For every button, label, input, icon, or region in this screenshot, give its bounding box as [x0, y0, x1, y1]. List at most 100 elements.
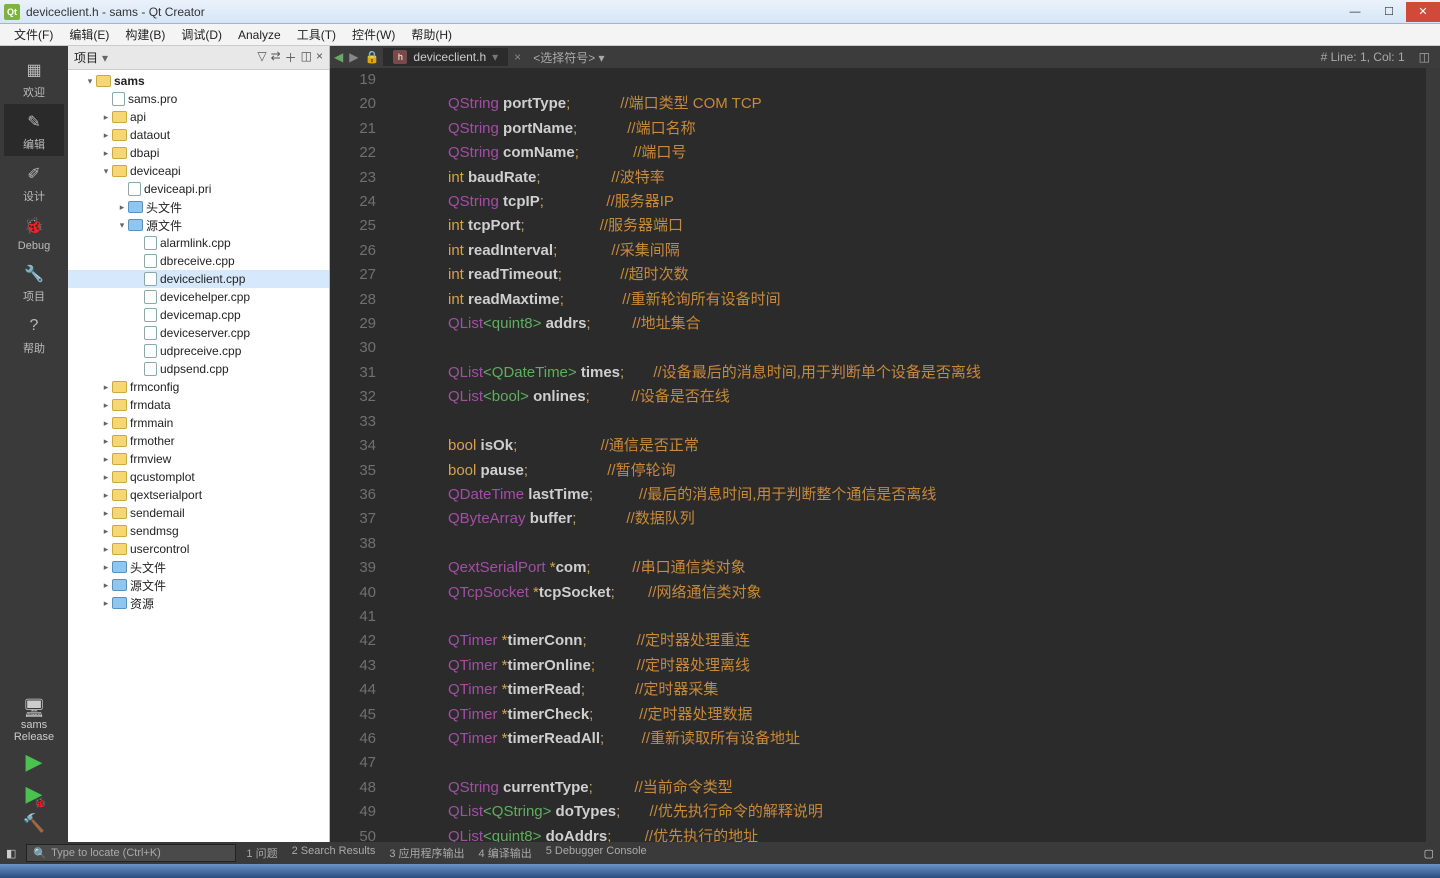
expander-icon[interactable]: ▸ — [100, 130, 112, 141]
nav-fwd-icon[interactable]: ▶ — [349, 50, 358, 64]
menu-1[interactable]: 编辑(E) — [61, 26, 117, 43]
menu-2[interactable]: 构建(B) — [117, 26, 173, 43]
expander-icon[interactable]: ▸ — [100, 382, 112, 393]
tab-close-icon[interactable]: × — [514, 50, 521, 64]
tree-node[interactable]: ▸frmdata — [68, 396, 329, 414]
split-icon[interactable]: ◫ — [301, 49, 312, 66]
menu-4[interactable]: Analyze — [230, 28, 289, 42]
expander-icon[interactable]: ▸ — [100, 562, 112, 573]
menu-3[interactable]: 调试(D) — [173, 26, 230, 43]
expander-icon[interactable]: ▸ — [116, 202, 128, 213]
link-icon[interactable]: ⇄ — [271, 49, 281, 66]
mode-帮助[interactable]: ?帮助 — [4, 308, 64, 360]
tree-node[interactable]: dbreceive.cpp — [68, 252, 329, 270]
expander-icon[interactable]: ▸ — [100, 544, 112, 555]
add-icon[interactable]: ＋ — [285, 49, 297, 66]
menu-6[interactable]: 控件(W) — [344, 26, 403, 43]
locator-input[interactable]: 🔍 Type to locate (Ctrl+K) — [26, 844, 236, 862]
tree-node[interactable]: ▸api — [68, 108, 329, 126]
output-pane-2[interactable]: 3 应用程序输出 — [389, 845, 464, 861]
mode-编辑[interactable]: ✎编辑 — [4, 104, 64, 156]
expander-icon[interactable]: ▸ — [100, 580, 112, 591]
expander-icon[interactable]: ▸ — [100, 490, 112, 501]
tree-node[interactable]: ▸资源 — [68, 594, 329, 612]
menu-5[interactable]: 工具(T) — [289, 26, 344, 43]
kit-selector[interactable]: 🖥 sams Release — [6, 698, 62, 743]
output-pane-1[interactable]: 2 Search Results — [292, 845, 376, 861]
tree-node[interactable]: ▾deviceapi — [68, 162, 329, 180]
expander-icon[interactable]: ▸ — [100, 472, 112, 483]
expander-icon[interactable]: ▾ — [84, 76, 96, 87]
menu-7[interactable]: 帮助(H) — [403, 26, 460, 43]
expander-icon[interactable]: ▸ — [100, 454, 112, 465]
expander-icon[interactable]: ▸ — [100, 418, 112, 429]
close-pane-icon[interactable]: × — [316, 49, 323, 66]
editor-toolbar: ◀ ▶ 🔒 h deviceclient.h ▾ × <选择符号> ▾ # Li… — [330, 46, 1440, 68]
tree-node[interactable]: ▾源文件 — [68, 216, 329, 234]
expander-icon[interactable]: ▾ — [100, 166, 112, 177]
tree-node[interactable]: deviceclient.cpp — [68, 270, 329, 288]
src-icon — [144, 326, 157, 340]
window-minimize-button[interactable]: — — [1338, 2, 1372, 22]
sidebar-toggle-icon[interactable]: ◧ — [6, 847, 16, 860]
tree-node[interactable]: ▸dbapi — [68, 144, 329, 162]
tree-node[interactable]: deviceapi.pri — [68, 180, 329, 198]
output-pane-4[interactable]: 5 Debugger Console — [546, 845, 647, 861]
folder-icon — [112, 147, 127, 159]
tree-node[interactable]: ▸头文件 — [68, 198, 329, 216]
windows-taskbar[interactable] — [0, 864, 1440, 878]
tree-node[interactable]: ▸usercontrol — [68, 540, 329, 558]
run-button[interactable]: ▶ — [26, 749, 43, 775]
output-pane-3[interactable]: 4 编译输出 — [479, 845, 532, 861]
expander-icon[interactable]: ▸ — [100, 526, 112, 537]
nav-back-icon[interactable]: ◀ — [334, 50, 343, 64]
project-tree[interactable]: ▾samssams.pro▸api▸dataout▸dbapi▾deviceap… — [68, 70, 329, 842]
tree-node[interactable]: devicemap.cpp — [68, 306, 329, 324]
expander-icon[interactable]: ▸ — [100, 436, 112, 447]
tree-node[interactable]: ▸qcustomplot — [68, 468, 329, 486]
expander-icon[interactable]: ▾ — [116, 220, 128, 231]
tree-node[interactable]: sams.pro — [68, 90, 329, 108]
expander-icon[interactable]: ▸ — [100, 508, 112, 519]
symbol-selector[interactable]: <选择符号> ▾ — [533, 49, 604, 66]
folder-icon — [112, 111, 127, 123]
expander-icon[interactable]: ▸ — [100, 598, 112, 609]
tree-node[interactable]: deviceserver.cpp — [68, 324, 329, 342]
window-maximize-button[interactable]: ☐ — [1372, 2, 1406, 22]
tree-node[interactable]: ▸frmconfig — [68, 378, 329, 396]
output-pane-0[interactable]: 1 问题 — [246, 845, 277, 861]
tree-node[interactable]: ▸sendemail — [68, 504, 329, 522]
expander-icon[interactable]: ▸ — [100, 148, 112, 159]
tree-node[interactable]: devicehelper.cpp — [68, 288, 329, 306]
menu-0[interactable]: 文件(F) — [6, 26, 61, 43]
tree-node[interactable]: ▸源文件 — [68, 576, 329, 594]
editor-scrollbar[interactable] — [1426, 68, 1440, 842]
tree-node[interactable]: ▸头文件 — [68, 558, 329, 576]
output-close-icon[interactable]: ▢ — [1424, 847, 1434, 860]
mode-欢迎[interactable]: ▦欢迎 — [4, 52, 64, 104]
run-debug-button[interactable]: ▶🐞 — [26, 781, 43, 807]
tree-node[interactable]: ▸qextserialport — [68, 486, 329, 504]
window-close-button[interactable]: ✕ — [1406, 2, 1440, 22]
tree-node[interactable]: alarmlink.cpp — [68, 234, 329, 252]
tree-node[interactable]: ▸sendmsg — [68, 522, 329, 540]
folder-icon — [112, 435, 127, 447]
mode-设计[interactable]: ✐设计 — [4, 156, 64, 208]
mode-Debug[interactable]: 🐞Debug — [4, 208, 64, 256]
editor-tab[interactable]: h deviceclient.h ▾ — [383, 48, 508, 66]
tree-node[interactable]: udpreceive.cpp — [68, 342, 329, 360]
tree-node[interactable]: ▸dataout — [68, 126, 329, 144]
split-editor-icon[interactable]: ◫ — [1419, 50, 1430, 64]
expander-icon[interactable]: ▸ — [100, 112, 112, 123]
tree-node[interactable]: ▸frmview — [68, 450, 329, 468]
code-editor[interactable]: QString portType; //端口类型 COM TCPQString … — [388, 68, 1426, 842]
tree-node[interactable]: ▸frmother — [68, 432, 329, 450]
lock-icon[interactable]: 🔒 — [364, 50, 379, 64]
build-button[interactable]: 🔨 — [23, 813, 45, 834]
tree-node[interactable]: ▸frmmain — [68, 414, 329, 432]
tree-node[interactable]: ▾sams — [68, 72, 329, 90]
filter-icon[interactable]: ▽ — [257, 49, 266, 66]
tree-node[interactable]: udpsend.cpp — [68, 360, 329, 378]
mode-项目[interactable]: 🔧项目 — [4, 256, 64, 308]
expander-icon[interactable]: ▸ — [100, 400, 112, 411]
